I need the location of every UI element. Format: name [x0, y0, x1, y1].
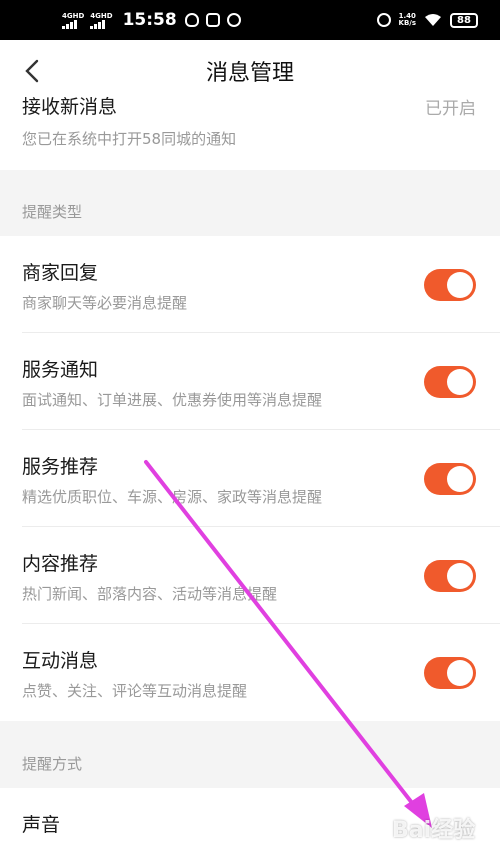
battery-icon: 88	[450, 12, 478, 28]
watermark-logo: Bai经验	[392, 818, 476, 843]
app-notification-icon	[205, 13, 220, 27]
list-item[interactable]: 互动消息 点赞、关注、评论等互动消息提醒	[0, 624, 500, 721]
section-header-reminder-types: 提醒类型	[22, 203, 83, 221]
toggle-switch[interactable]	[424, 657, 476, 689]
network-type-2: 4GHD	[90, 11, 113, 20]
item-subtitle: 热门新闻、部落内容、活动等消息提醒	[22, 585, 278, 603]
signal-icon: 4GHD	[90, 11, 113, 29]
toggle-switch[interactable]	[424, 463, 476, 495]
receive-messages-status: 已开启	[425, 99, 476, 119]
wifi-icon	[425, 14, 441, 26]
toggle-switch[interactable]	[424, 366, 476, 398]
receive-messages-subtitle: 您已在系统中打开58同城的通知	[22, 130, 237, 148]
list-item[interactable]: 服务通知 面试通知、订单进展、优惠券使用等消息提醒	[0, 333, 500, 430]
item-subtitle: 精选优质职位、车源、房源、家政等消息提醒	[22, 488, 323, 506]
receive-messages-title: 接收新消息	[22, 96, 118, 118]
item-title: 内容推荐	[22, 553, 99, 575]
qq-icon	[184, 13, 199, 27]
list-item[interactable]: 商家回复 商家聊天等必要消息提醒	[0, 236, 500, 333]
item-subtitle: 商家聊天等必要消息提醒	[22, 294, 188, 312]
clock: 15:58	[122, 10, 177, 30]
toggle-switch[interactable]	[424, 560, 476, 592]
status-bar: 4GHD 4GHD 15:58 1.40 KB/s 88	[0, 0, 500, 40]
list-item[interactable]: 内容推荐 热门新闻、部落内容、活动等消息提醒	[0, 527, 500, 624]
sound-title: 声音	[22, 814, 61, 836]
item-title: 商家回复	[22, 262, 99, 284]
item-subtitle: 点赞、关注、评论等互动消息提醒	[22, 682, 248, 700]
chevron-left-icon[interactable]	[18, 56, 48, 86]
alarm-icon	[376, 13, 391, 27]
signal-icon: 4GHD	[62, 12, 84, 29]
page-title: 消息管理	[205, 61, 294, 86]
net-speed: 1.40 KB/s	[398, 12, 416, 27]
receive-messages-row[interactable]: 接收新消息 已开启 您已在系统中打开58同城的通知	[0, 96, 500, 170]
message-notification-icon	[226, 13, 241, 27]
item-subtitle: 面试通知、订单进展、优惠券使用等消息提醒	[22, 391, 323, 409]
toggle-switch[interactable]	[424, 269, 476, 301]
list-item[interactable]: 服务推荐 精选优质职位、车源、房源、家政等消息提醒	[0, 430, 500, 527]
item-title: 服务通知	[22, 359, 99, 381]
notification-icons	[184, 13, 241, 27]
signal-group: 4GHD 4GHD	[62, 12, 113, 29]
section-header-reminder-method: 提醒方式	[22, 755, 83, 773]
item-title: 服务推荐	[22, 456, 99, 478]
item-title: 互动消息	[22, 650, 99, 672]
network-type-1: 4GHD	[62, 11, 85, 20]
